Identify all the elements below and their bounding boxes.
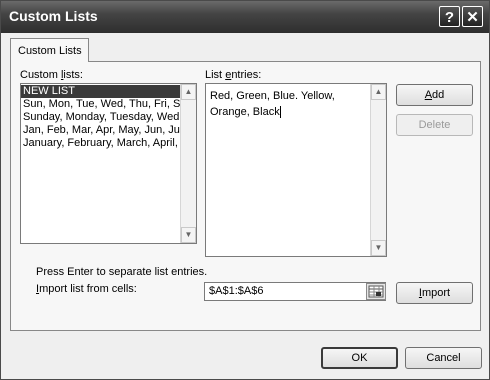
tab-panel: Custom lists: NEW LIST Sun, Mon, Tue, We… (10, 61, 481, 331)
custom-lists-label: Custom lists: (20, 69, 83, 81)
add-button-rest: dd (432, 89, 445, 101)
list-entries-line: Orange, Black (210, 106, 280, 118)
custom-lists-listbox[interactable]: NEW LIST Sun, Mon, Tue, Wed, Thu, Fri, S… (20, 83, 197, 244)
text-cursor (279, 106, 281, 119)
list-item[interactable]: Jan, Feb, Mar, Apr, May, Jun, Jul, Aug, … (21, 124, 180, 137)
ok-button[interactable]: OK (321, 347, 398, 369)
add-button[interactable]: Add (396, 84, 473, 106)
import-button[interactable]: Import (396, 282, 473, 304)
close-button[interactable]: ✕ (462, 6, 483, 27)
add-button-key: A (424, 89, 433, 101)
custom-lists-dialog: Custom Lists ? ✕ Custom Lists Custom lis… (0, 0, 490, 380)
tab-custom-lists[interactable]: Custom Lists (10, 38, 89, 62)
list-entries-textarea[interactable]: Red, Green, Blue. Yellow, Orange, Black … (205, 83, 387, 257)
scroll-up-arrow-icon[interactable]: ▲ (181, 84, 196, 100)
import-list-label-rest: mport list from cells: (39, 283, 137, 295)
list-entries-scrollbar[interactable]: ▲ ▼ (370, 84, 386, 256)
scroll-down-arrow-icon[interactable]: ▼ (181, 227, 196, 243)
import-button-rest: mport (421, 287, 451, 299)
scroll-up-arrow-icon[interactable]: ▲ (371, 84, 386, 100)
title-bar[interactable]: Custom Lists ? ✕ (1, 1, 489, 33)
custom-lists-label-post: ists: (63, 69, 83, 81)
list-entries-label-post: ntries: (231, 69, 262, 81)
help-button[interactable]: ? (439, 6, 460, 27)
list-item[interactable]: Sunday, Monday, Tuesday, Wednesday, Thur… (21, 111, 180, 124)
import-range-input[interactable]: $A$1:$A$6 (204, 282, 386, 301)
range-selector-icon[interactable] (366, 283, 386, 300)
list-item[interactable]: January, February, March, April, May, Ju… (21, 137, 180, 150)
cancel-button[interactable]: Cancel (405, 347, 482, 369)
scroll-down-arrow-icon[interactable]: ▼ (371, 240, 386, 256)
custom-lists-label-pre: Custom (20, 69, 61, 81)
import-list-label: Import list from cells: (36, 283, 137, 295)
dialog-title: Custom Lists (9, 8, 98, 24)
hint-text: Press Enter to separate list entries. (36, 266, 208, 278)
custom-lists-scrollbar[interactable]: ▲ ▼ (180, 84, 196, 243)
list-item-new-list[interactable]: NEW LIST (21, 85, 180, 98)
list-entries-label: List entries: (205, 69, 261, 81)
delete-button[interactable]: Delete (396, 114, 473, 136)
list-item[interactable]: Sun, Mon, Tue, Wed, Thu, Fri, Sat (21, 98, 180, 111)
import-range-value: $A$1:$A$6 (209, 285, 264, 297)
list-entries-label-pre: List (205, 69, 226, 81)
list-entries-line: Red, Green, Blue. Yellow, (210, 90, 335, 102)
